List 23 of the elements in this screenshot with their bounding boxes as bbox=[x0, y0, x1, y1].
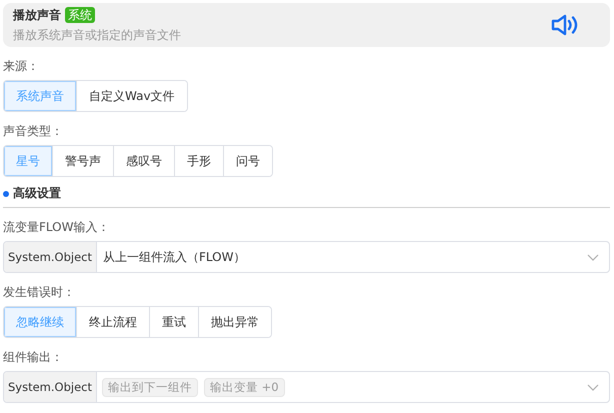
segment-option[interactable]: 问号 bbox=[223, 146, 272, 176]
field-label: 发生错误时： bbox=[3, 284, 75, 300]
type-label: System.Object bbox=[4, 242, 97, 272]
field-label: 来源： bbox=[3, 58, 39, 74]
output-tag: 输出变量 +0 bbox=[204, 378, 285, 396]
speaker-icon bbox=[550, 13, 580, 37]
category-badge: 系统 bbox=[65, 7, 95, 23]
section-title: 高级设置 bbox=[13, 185, 61, 202]
field-label: 流变量FLOW输入： bbox=[3, 219, 110, 235]
plugin-description: 播放系统声音或指定的声音文件 bbox=[13, 26, 181, 44]
bullet-icon bbox=[3, 190, 9, 196]
plugin-title: 播放声音 bbox=[13, 6, 61, 24]
segment-option[interactable]: 抛出异常 bbox=[198, 307, 271, 337]
field-label: 组件输出： bbox=[3, 349, 63, 365]
select-field[interactable]: System.Object 从上一组件流入（FLOW） bbox=[3, 241, 610, 273]
field-label: 声音类型： bbox=[3, 123, 63, 139]
chevron-down-icon bbox=[587, 384, 599, 390]
type-label: System.Object bbox=[4, 372, 97, 402]
output-tag: 输出到下一组件 bbox=[102, 378, 198, 396]
chevron-down-icon bbox=[587, 254, 599, 260]
select-value: 从上一组件流入（FLOW） bbox=[102, 248, 246, 266]
select-field[interactable]: System.Object 输出到下一组件 输出变量 +0 bbox=[3, 371, 610, 403]
segment-option[interactable]: 自定义Wav文件 bbox=[76, 81, 187, 111]
